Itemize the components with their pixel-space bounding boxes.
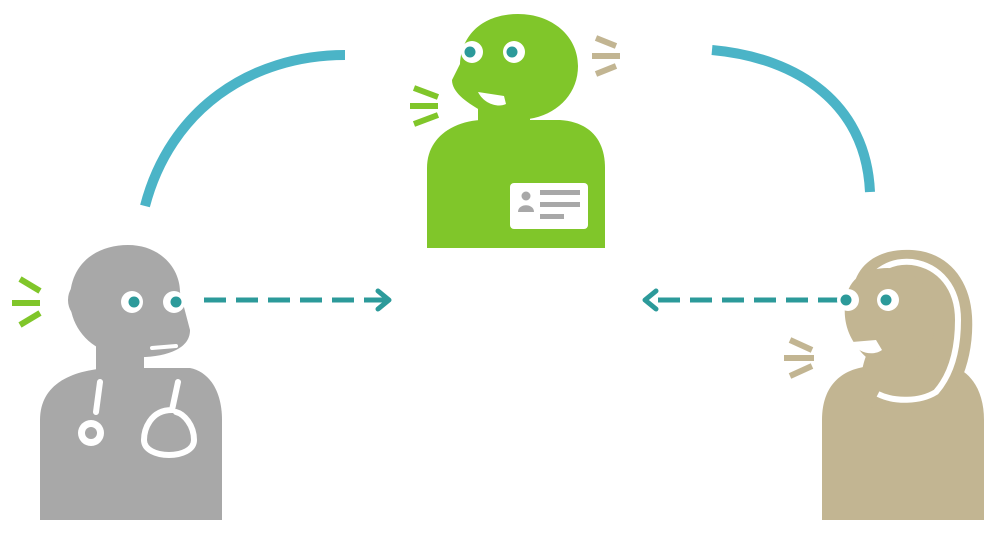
doctor-sound-marks	[12, 276, 42, 328]
dashed-arrow-right	[204, 288, 392, 312]
interpretation-diagram	[0, 0, 1003, 538]
patient-icon	[784, 249, 984, 520]
id-badge-icon	[510, 183, 588, 229]
arc-interpreter-to-patient	[711, 45, 875, 193]
doctor-icon	[12, 245, 222, 520]
interpreter-icon	[410, 14, 620, 248]
interpreter-sound-marks-left	[410, 85, 440, 127]
arc-doctor-to-interpreter	[140, 50, 346, 208]
diagram-canvas	[12, 14, 984, 520]
patient-sound-marks	[784, 337, 814, 379]
interpreter-sound-marks-right	[592, 35, 620, 77]
interpreter-head	[452, 14, 578, 120]
dashed-arrow-left	[642, 288, 840, 312]
